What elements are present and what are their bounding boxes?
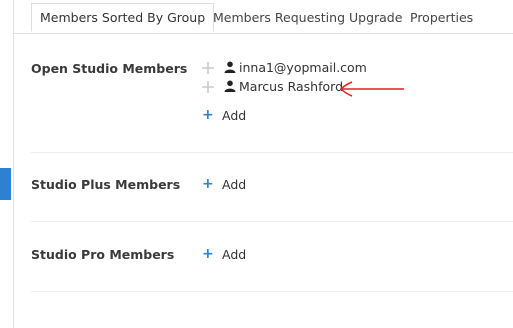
user-icon xyxy=(224,80,236,92)
left-rail xyxy=(0,0,14,328)
add-label: Add xyxy=(222,108,247,123)
member-name[interactable]: Marcus Rashford xyxy=(239,79,343,95)
group-divider xyxy=(31,291,513,292)
tab-members-requesting-upgrade[interactable]: Members Requesting Upgrade xyxy=(213,4,402,32)
member-name[interactable]: inna1@yopmail.com xyxy=(239,60,367,76)
plus-icon: + xyxy=(202,107,214,123)
red-arrow-annotation xyxy=(339,81,404,97)
tab-properties[interactable]: Properties xyxy=(410,4,473,32)
drag-handle-icon[interactable] xyxy=(202,81,214,93)
tab-bar: Members Sorted By Group Members Requesti… xyxy=(13,0,513,34)
drag-handle-icon[interactable] xyxy=(202,62,214,74)
add-label: Add xyxy=(222,247,247,262)
group-title-open-studio: Open Studio Members xyxy=(31,61,188,76)
user-icon xyxy=(224,61,236,73)
rail-active-indicator xyxy=(0,168,11,200)
add-label: Add xyxy=(222,177,247,192)
group-title-studio-pro: Studio Pro Members xyxy=(31,247,175,262)
plus-icon: + xyxy=(202,176,214,192)
group-divider xyxy=(31,152,513,153)
group-divider xyxy=(31,221,513,222)
plus-icon: + xyxy=(202,246,214,262)
group-title-studio-plus: Studio Plus Members xyxy=(31,177,181,192)
tab-members-sorted-by-group[interactable]: Members Sorted By Group xyxy=(31,3,215,32)
